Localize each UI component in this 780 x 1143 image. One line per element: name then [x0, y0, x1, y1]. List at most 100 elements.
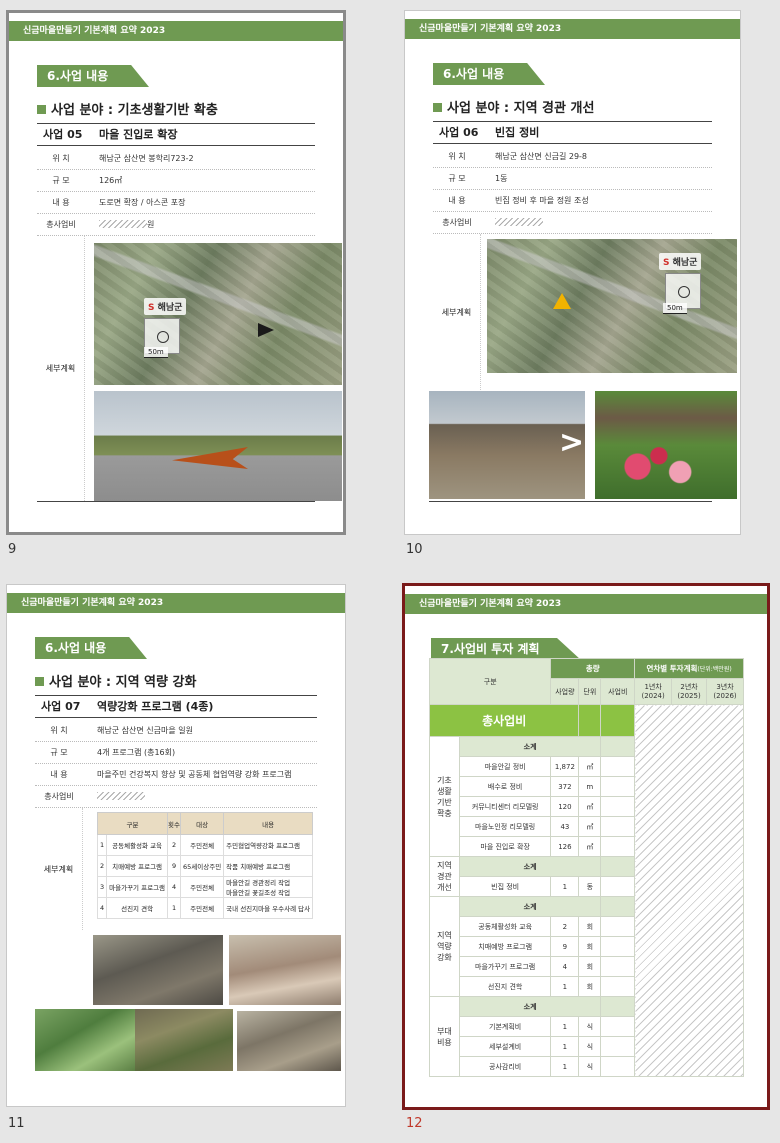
- map-scale: 50m: [663, 303, 687, 314]
- location-marker-icon: [258, 323, 274, 337]
- item-qty: 1: [550, 1016, 580, 1037]
- planting-photo: [135, 1009, 233, 1071]
- item-name: 커뮤니티센터 리모델링: [458, 796, 552, 817]
- bottom-rule: [429, 501, 712, 502]
- sub-header: 사업비: [600, 678, 636, 705]
- item-qty: 9: [550, 936, 580, 957]
- redacted-hatch: [495, 218, 543, 226]
- item-name: 기본계획비: [458, 1016, 552, 1037]
- item-qty: 372: [550, 776, 580, 797]
- subtotal-label: 소계: [458, 736, 602, 757]
- info-row: 위 치 해남군 삼산면 신금마을 일원: [35, 720, 317, 742]
- total-header: 총량: [550, 658, 636, 679]
- group-photo: [229, 935, 341, 1005]
- subtotal-label: 소계: [458, 856, 602, 877]
- item-name: 마을가꾸기 프로그램: [458, 956, 552, 977]
- item-name: 공사감리비: [458, 1056, 552, 1077]
- item-name: 마을 진입로 확장: [458, 836, 552, 857]
- page-thumbnail-10[interactable]: 신금마을만들기 기본계획 요약 2023 6.사업 내용 사업 분야 : 지역 …: [404, 10, 741, 535]
- page-header: 신금마을만들기 기본계획 요약 2023: [7, 593, 345, 613]
- item-qty: 4: [550, 956, 580, 977]
- table-header-row: 구분 총량 연차별 투자계획(단위:백만원): [428, 658, 744, 705]
- col-group-header: 구분: [428, 658, 552, 705]
- page-thumbnail-12[interactable]: 신금마을만들기 기본계획 요약 2023 7.사업비 투자 계획 구분 총량 연차별…: [402, 583, 770, 1110]
- project-title: 사업 05 마을 진입로 확장: [37, 123, 315, 146]
- info-row: 총사업비: [433, 212, 712, 234]
- page-header: 신금마을만들기 기본계획 요약 2023: [405, 19, 740, 39]
- map-scale: 50m: [144, 347, 168, 358]
- investment-table: 구분 총량 연차별 투자계획(단위:백만원) 사업량 단위 사업비 1년차 (2024) 2년…: [428, 658, 744, 1077]
- group-label: 부대 비용: [429, 996, 460, 1077]
- item-unit: m: [578, 776, 602, 797]
- item-name: 선진지 견학: [458, 976, 552, 997]
- item-name: 마을노인정 리모델링: [458, 816, 552, 837]
- item-qty: 1: [550, 876, 580, 897]
- field-title: 사업 분야 : 지역 경관 개선: [433, 97, 594, 116]
- page-thumbnail-11[interactable]: 신금마을만들기 기본계획 요약 2023 6.사업 내용 사업 분야 : 지역 …: [6, 584, 346, 1107]
- detail-label: 세부계획: [37, 236, 85, 501]
- item-unit: 회: [578, 916, 602, 937]
- redacted-area: [634, 704, 744, 1077]
- page-header: 신금마을만들기 기본계획 요약 2023: [405, 594, 767, 614]
- item-qty: 126: [550, 836, 580, 857]
- aerial-map-image: S 해남군 50m: [487, 239, 737, 373]
- sub-header: 단위: [578, 678, 602, 705]
- project-title: 사업 07 역량강화 프로그램 (4종): [35, 695, 317, 718]
- info-row: 내 용 마을주민 건강복지 향상 및 공동체 협업역량 강화 프로그램: [35, 764, 317, 786]
- item-name: 마을안길 정비: [458, 756, 552, 777]
- item-qty: 43: [550, 816, 580, 837]
- program-row: 4 선진지 견학 1 주민전체 국내 선진지마을 우수사례 답사: [96, 897, 314, 919]
- road-photo: [94, 391, 342, 501]
- program-row: 1 공동체활성화 교육 2 주민전체 주민협업역량강화 프로그램: [96, 834, 314, 856]
- group-label: 지역 역량 강화: [429, 896, 460, 997]
- page-header: 신금마을만들기 기본계획 요약 2023: [9, 21, 343, 41]
- item-qty: 1: [550, 1056, 580, 1077]
- group-label: 기초 생활 기반 확충: [429, 736, 460, 857]
- grand-total-label: 총사업비: [428, 704, 580, 737]
- detail-label: 세부계획: [35, 808, 83, 930]
- item-unit: 동: [578, 876, 602, 897]
- page-number-11: 11: [8, 1116, 25, 1131]
- group-label: 지역 경관 개선: [429, 856, 460, 897]
- redacted-hatch: [99, 220, 147, 228]
- page-number-10: 10: [406, 542, 423, 557]
- subtotal-label: 소계: [458, 896, 602, 917]
- item-name: 공동체활성화 교육: [458, 916, 552, 937]
- item-unit: 회: [578, 976, 602, 997]
- year-header: 2년차 (2025): [671, 678, 708, 705]
- item-qty: 1: [550, 1036, 580, 1057]
- page-number-12: 12: [406, 1116, 423, 1131]
- item-unit: ㎡: [578, 756, 602, 777]
- item-name: 배수로 정비: [458, 776, 552, 797]
- item-unit: 회: [578, 936, 602, 957]
- item-qty: 1: [550, 976, 580, 997]
- direction-arrow-icon: [172, 447, 248, 469]
- sub-header: 사업량: [550, 678, 580, 705]
- info-row: 규 모 1동: [433, 168, 712, 190]
- section-title: 6.사업 내용: [37, 65, 149, 87]
- year-header: 1년차 (2024): [634, 678, 673, 705]
- section-title: 6.사업 내용: [35, 637, 147, 659]
- year-header: 3년차 (2026): [706, 678, 744, 705]
- program-row: 3 마을가꾸기 프로그램 4 주민전체 마을안길 경관정리 작업 마을안길 꽃길조성 작…: [96, 876, 314, 898]
- subtotal-label: 소계: [458, 996, 602, 1017]
- info-row: 위 치 해남군 삼산면 봉학리723-2: [37, 148, 315, 170]
- haenam-logo: S 해남군: [144, 298, 187, 315]
- detail-label: 세부계획: [433, 234, 481, 390]
- field-trip-photo: [237, 1011, 341, 1071]
- detail-plan: 세부계획 구분 횟수 대상 내용 1 공동체활성화 교육 2 주민전체 주민협업역량강화…: [35, 808, 317, 930]
- project-title: 사업 06 빈집 정비: [433, 121, 712, 144]
- vacant-house-photo: >: [429, 391, 585, 499]
- info-row: 규 모 4개 프로그램 (총16회): [35, 742, 317, 764]
- section-title: 7.사업비 투자 계획: [431, 638, 581, 660]
- info-row: 규 모 126㎡: [37, 170, 315, 192]
- item-name: 빈집 정비: [458, 876, 552, 897]
- item-qty: 120: [550, 796, 580, 817]
- garden-photo: [595, 391, 737, 499]
- info-row: 위 치 해남군 삼산면 신금길 29-8: [433, 146, 712, 168]
- program-table: 구분 횟수 대상 내용 1 공동체활성화 교육 2 주민전체 주민협업역량강화 프로그램…: [96, 812, 314, 919]
- info-row: 내 용 도로면 확장 / 아스콘 포장: [37, 192, 315, 214]
- program-row: 2 치매예방 프로그램 9 65세이상주민 작품 치매예방 프로그램: [96, 855, 314, 877]
- info-row: 총사업비 원: [37, 214, 315, 236]
- page-thumbnail-9[interactable]: 신금마을만들기 기본계획 요약 2023 6.사업 내용 사업 분야 : 기초생…: [6, 10, 346, 535]
